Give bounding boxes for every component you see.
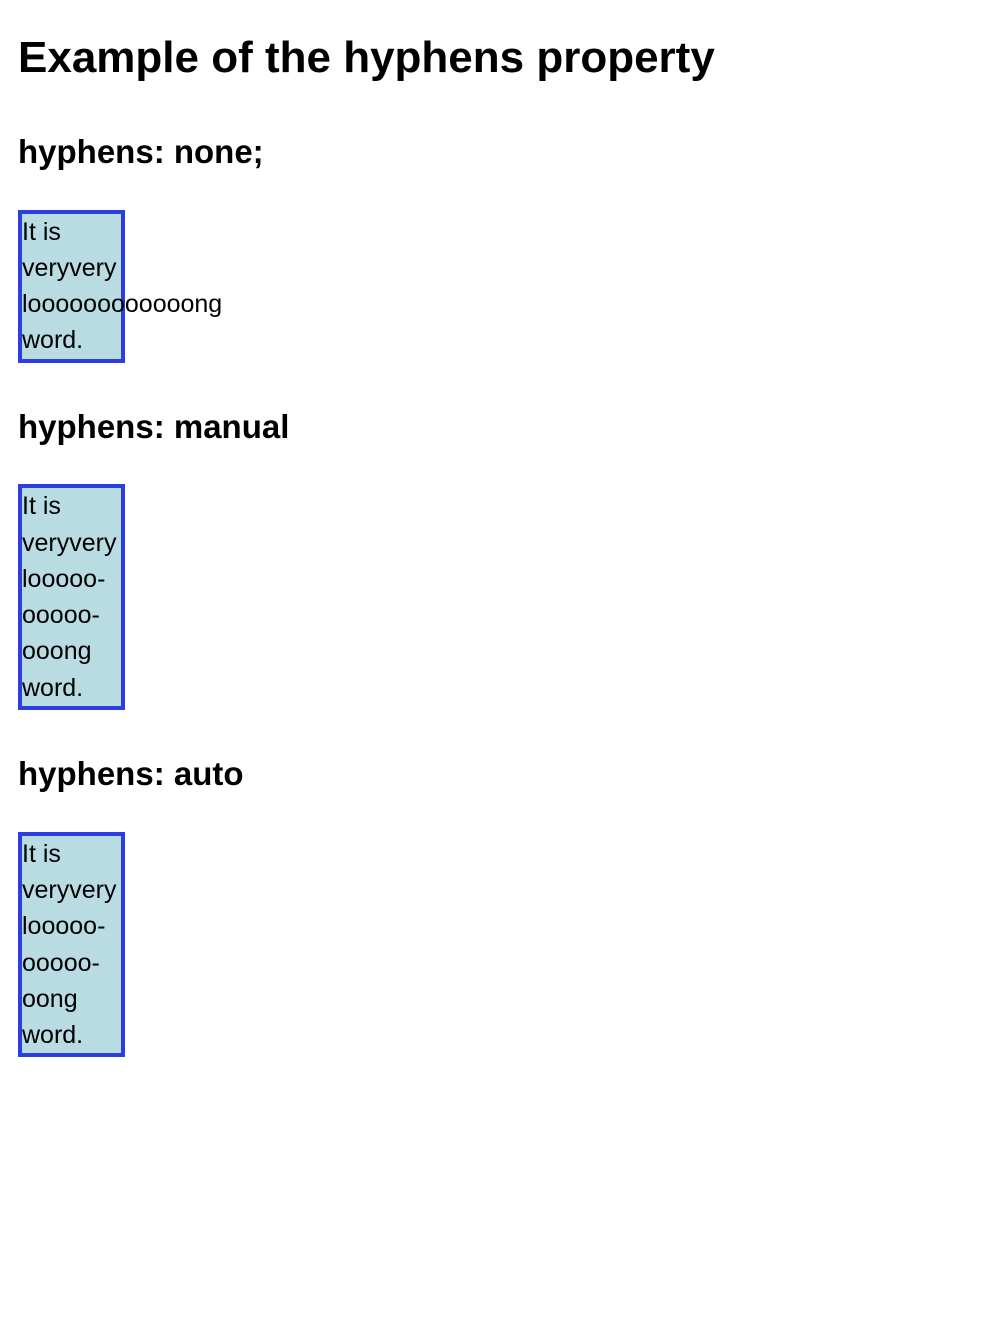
- page-title: Example of the hyphens property: [18, 26, 976, 90]
- example-box-auto: It is very­very looooo­ooooo­oong word.: [18, 832, 125, 1058]
- section-heading-none: hyphens: none;: [18, 128, 976, 176]
- example-box-none: It is veryvery loooooooooooong word.: [18, 210, 125, 363]
- example-box-manual: It is very­very looooo­ooooo­ooong word.: [18, 484, 125, 710]
- section-heading-manual: hyphens: manual: [18, 403, 976, 451]
- section-heading-auto: hyphens: auto: [18, 750, 976, 798]
